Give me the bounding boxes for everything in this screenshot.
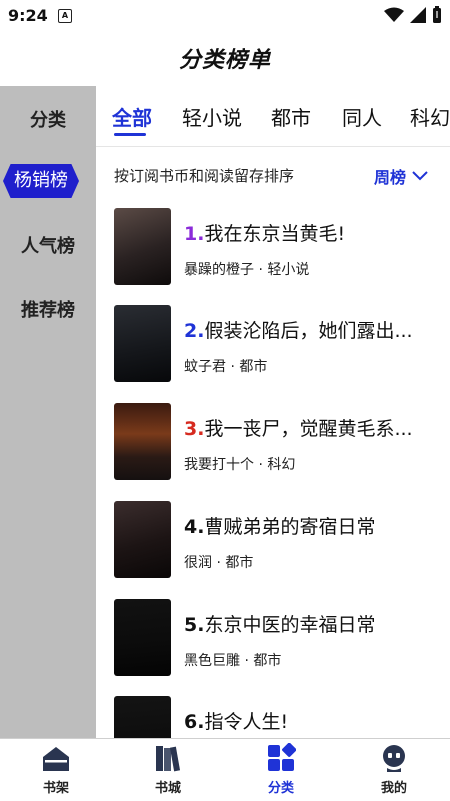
nav-label: 书架 xyxy=(42,781,69,796)
list-item[interactable]: 2.假装沦陷后，她们露出... 蚊子君 · 都市 xyxy=(96,302,450,398)
system-icons xyxy=(384,6,442,24)
wifi-icon xyxy=(384,7,404,22)
nav-label: 分类 xyxy=(267,781,294,796)
period-label: 周榜 xyxy=(373,168,406,187)
book-cover xyxy=(114,599,171,676)
status-bar: 9:24 A xyxy=(0,0,450,32)
book-title: 1.我在东京当黄毛! xyxy=(184,223,346,245)
list-item[interactable]: 3.我一丧尸，觉醒黄毛系... 我要打十个 · 科幻 xyxy=(96,400,450,496)
nav-bookshelf[interactable]: 书架 xyxy=(16,743,96,796)
list-item[interactable]: 6.指令人生! xyxy=(96,693,450,738)
sort-bar: 按订阅书币和阅读留存排序 周榜 xyxy=(96,146,450,202)
list-item[interactable]: 5.东京中医的幸福日常 黑色巨雕 · 都市 xyxy=(96,596,450,692)
book-cover xyxy=(114,696,171,738)
chevron-down-icon xyxy=(412,171,428,181)
list-item[interactable]: 4.曹贼弟弟的寄宿日常 很润 · 都市 xyxy=(96,498,450,594)
book-cover xyxy=(114,403,171,480)
bookstore-icon xyxy=(156,746,181,772)
book-meta: 暴躁的橙子 · 轻小说 xyxy=(184,262,310,278)
book-title: 3.我一丧尸，觉醒黄毛系... xyxy=(184,418,413,440)
category-icon xyxy=(268,743,296,771)
bottom-nav: 书架 书城 分类 我的 xyxy=(0,738,450,801)
page-title: 分类榜单 xyxy=(178,48,271,73)
active-tab-indicator xyxy=(114,133,146,136)
list-item[interactable]: 1.我在东京当黄毛! 暴躁的橙子 · 轻小说 xyxy=(96,205,450,301)
notification-icon: A xyxy=(58,9,72,23)
rank-number: 5. xyxy=(184,614,205,636)
profile-icon xyxy=(383,745,405,772)
book-meta: 黑色巨雕 · 都市 xyxy=(184,653,282,669)
tab-scifi[interactable]: 科幻 xyxy=(410,102,450,131)
rank-number: 4. xyxy=(184,516,205,538)
book-title: 4.曹贼弟弟的寄宿日常 xyxy=(184,516,376,538)
book-meta: 很润 · 都市 xyxy=(184,555,254,571)
ranking-list: 1.我在东京当黄毛! 暴躁的橙子 · 轻小说 2.假装沦陷后，她们露出... 蚊… xyxy=(96,202,450,738)
nav-profile[interactable]: 我的 xyxy=(354,743,434,796)
sidebar-item-popular[interactable]: 人气榜 xyxy=(0,232,96,258)
book-title: 5.东京中医的幸福日常 xyxy=(184,614,376,636)
tab-fanfic[interactable]: 同人 xyxy=(342,102,382,131)
sidebar-item-bestseller[interactable]: 杨销榜 xyxy=(3,164,79,198)
nav-label: 书城 xyxy=(154,781,181,796)
sort-description: 按订阅书币和阅读留存排序 xyxy=(114,167,295,185)
rank-number: 1. xyxy=(184,223,205,245)
signal-icon xyxy=(410,7,426,23)
battery-icon xyxy=(433,6,441,23)
tab-light-novel[interactable]: 轻小说 xyxy=(182,102,242,131)
sidebar-heading: 分类 xyxy=(30,110,66,131)
nav-bookstore[interactable]: 书城 xyxy=(128,743,208,796)
page-header: 分类榜单 xyxy=(0,32,450,86)
category-tabs: 全部 轻小说 都市 同人 科幻 xyxy=(96,86,450,147)
period-selector[interactable]: 周榜 xyxy=(374,164,428,188)
sidebar: 分类 杨销榜 人气榜 推荐榜 xyxy=(0,86,96,738)
tab-all[interactable]: 全部 xyxy=(112,102,152,131)
book-cover xyxy=(114,501,171,578)
nav-category[interactable]: 分类 xyxy=(241,743,321,796)
book-meta: 我要打十个 · 科幻 xyxy=(184,457,296,473)
rank-number: 2. xyxy=(184,320,205,342)
rank-number: 6. xyxy=(184,711,205,733)
bookshelf-icon xyxy=(43,747,69,771)
book-cover xyxy=(114,305,171,382)
rank-number: 3. xyxy=(184,418,205,440)
nav-label: 我的 xyxy=(380,781,407,796)
book-meta: 蚊子君 · 都市 xyxy=(184,359,268,375)
status-time: 9:24 xyxy=(8,6,48,25)
book-cover xyxy=(114,208,171,285)
sidebar-item-recommended[interactable]: 推荐榜 xyxy=(0,296,96,322)
book-title: 6.指令人生! xyxy=(184,711,289,733)
book-title: 2.假装沦陷后，她们露出... xyxy=(184,320,413,342)
tab-urban[interactable]: 都市 xyxy=(271,102,311,131)
